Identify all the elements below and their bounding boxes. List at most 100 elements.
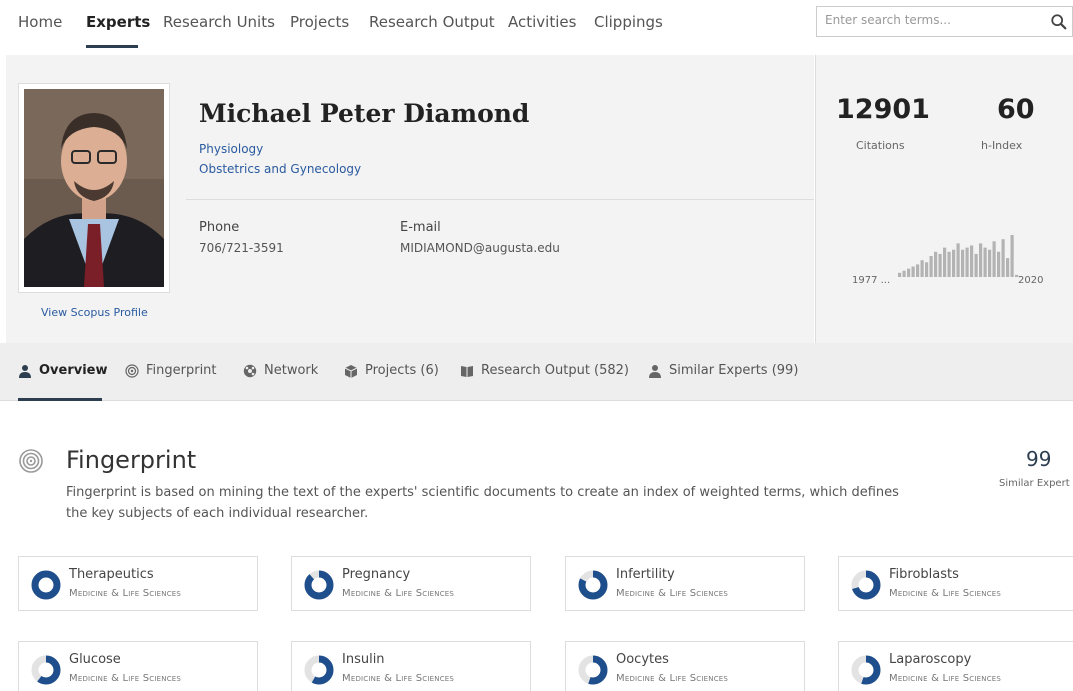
nav-activities[interactable]: Activities [508,13,576,31]
fingerprint-icon [19,449,43,473]
chart-bar [943,247,947,277]
chart-bar [979,243,983,277]
weight-donut-icon [304,570,334,600]
chart-bar [907,268,911,277]
tab-label: Network [264,363,319,378]
chart-bar [992,241,996,277]
tab-projects[interactable]: Projects (6) [344,363,439,378]
similar-experts-count[interactable]: 99 [1026,447,1051,471]
weight-donut-icon [851,570,881,600]
term-category: Medicine & Life Sciences [342,673,455,684]
term-category: Medicine & Life Sciences [889,588,1002,599]
tab-overview[interactable]: Overview [18,363,108,378]
chart-bar [965,247,969,277]
fingerprint-term-card[interactable]: Infertility Medicine & Life Sciences [565,556,805,611]
email-label: E-mail [400,220,441,235]
profile-name: Michael Peter Diamond [199,99,530,128]
chart-bar [938,253,942,277]
tab-label: Similar Experts (99) [669,363,799,378]
nav-active-indicator [86,45,138,48]
nav-research-units[interactable]: Research Units [163,13,275,31]
network-icon [243,364,257,377]
weight-donut-icon [578,655,608,685]
term-name: Glucose [69,652,121,667]
tab-network[interactable]: Network [243,363,318,378]
department-link-obgyn[interactable]: Obstetrics and Gynecology [199,162,361,176]
tab-label: Projects (6) [365,363,439,378]
chart-bar [1001,239,1005,277]
weight-donut-icon [304,655,334,685]
chart-bar [997,251,1001,277]
term-name: Laparoscopy [889,652,972,667]
nav-home[interactable]: Home [18,13,62,31]
profile-photo-frame [18,83,170,293]
weight-donut-icon [578,570,608,600]
book-icon [461,365,473,377]
fingerprint-term-card[interactable]: Pregnancy Medicine & Life Sciences [291,556,531,611]
hindex-value: 60 [997,94,1035,125]
weight-donut-icon [31,655,61,685]
chart-bar [934,251,938,277]
fingerprint-term-card[interactable]: Therapeutics Medicine & Life Sciences [18,556,258,611]
tab-fingerprint[interactable]: Fingerprint [125,363,217,378]
citations-chart: 1977 ... 2020 [852,235,1043,286]
search-box [816,6,1073,37]
tab-label: Overview [39,363,108,378]
citations-value: 12901 [836,94,930,125]
chart-bar [970,245,974,277]
fingerprint-description: Fingerprint is based on mining the text … [66,485,899,521]
term-category: Medicine & Life Sciences [616,673,729,684]
phone-label: Phone [199,220,240,235]
person-icon [649,364,661,378]
chart-bar [902,270,906,277]
chart-bar [1010,235,1014,277]
metrics-panel: 12901 Citations 60 h-Index 1977 ... 2020 [815,55,1073,343]
fingerprint-term-card[interactable]: Insulin Medicine & Life Sciences [291,641,531,691]
search-icon[interactable] [1050,13,1068,31]
chart-bar [911,266,915,277]
term-category: Medicine & Life Sciences [69,673,182,684]
phone-value: 706/721-3591 [199,241,284,255]
fingerprint-term-card[interactable]: Oocytes Medicine & Life Sciences [565,641,805,691]
chart-bar [920,260,924,277]
term-name: Insulin [342,652,385,667]
tab-research-output[interactable]: Research Output (582) [460,363,629,378]
term-name: Pregnancy [342,567,411,582]
weight-donut-icon [31,570,61,600]
department-link-physiology[interactable]: Physiology [199,142,263,156]
fingerprint-term-card[interactable]: Glucose Medicine & Life Sciences [18,641,258,691]
chart-bar [988,249,992,277]
email-link[interactable]: MIDIAMOND@augusta.edu [400,241,560,255]
chart-bar [974,253,978,277]
chart-bar [898,272,902,277]
profile-tabs: Overview Fingerprint Network Projects (6… [0,343,1073,401]
fingerprint-icon [125,363,139,378]
term-category: Medicine & Life Sciences [889,673,1002,684]
term-category: Medicine & Life Sciences [616,588,729,599]
fingerprint-term-card[interactable]: Fibroblasts Medicine & Life Sciences [838,556,1073,611]
weight-donut-icon [851,655,881,685]
chart-bar [929,256,933,277]
nav-projects[interactable]: Projects [290,13,349,31]
search-input[interactable] [825,13,1045,27]
chart-end-label: 2020 [1018,275,1043,286]
fingerprint-title: Fingerprint [66,446,197,474]
term-category: Medicine & Life Sciences [69,588,182,599]
chart-start-label: 1977 ... [852,275,890,286]
tab-label: Research Output (582) [481,363,630,378]
view-scopus-profile-link[interactable]: View Scopus Profile [41,306,148,319]
tab-label: Fingerprint [146,363,217,378]
profile-photo [24,89,164,287]
term-name: Oocytes [616,652,669,667]
nav-clippings[interactable]: Clippings [594,13,663,31]
nav-research-output[interactable]: Research Output [369,13,495,31]
nav-experts[interactable]: Experts [86,13,150,31]
tab-active-indicator [18,398,102,401]
tab-similar-experts[interactable]: Similar Experts (99) [648,363,798,378]
fingerprint-term-card[interactable]: Laparoscopy Medicine & Life Sciences [838,641,1073,691]
chart-bar [952,249,956,277]
chart-bar [947,251,951,277]
chart-bar [983,247,987,277]
chart-bar [956,243,960,277]
person-icon [19,364,31,378]
